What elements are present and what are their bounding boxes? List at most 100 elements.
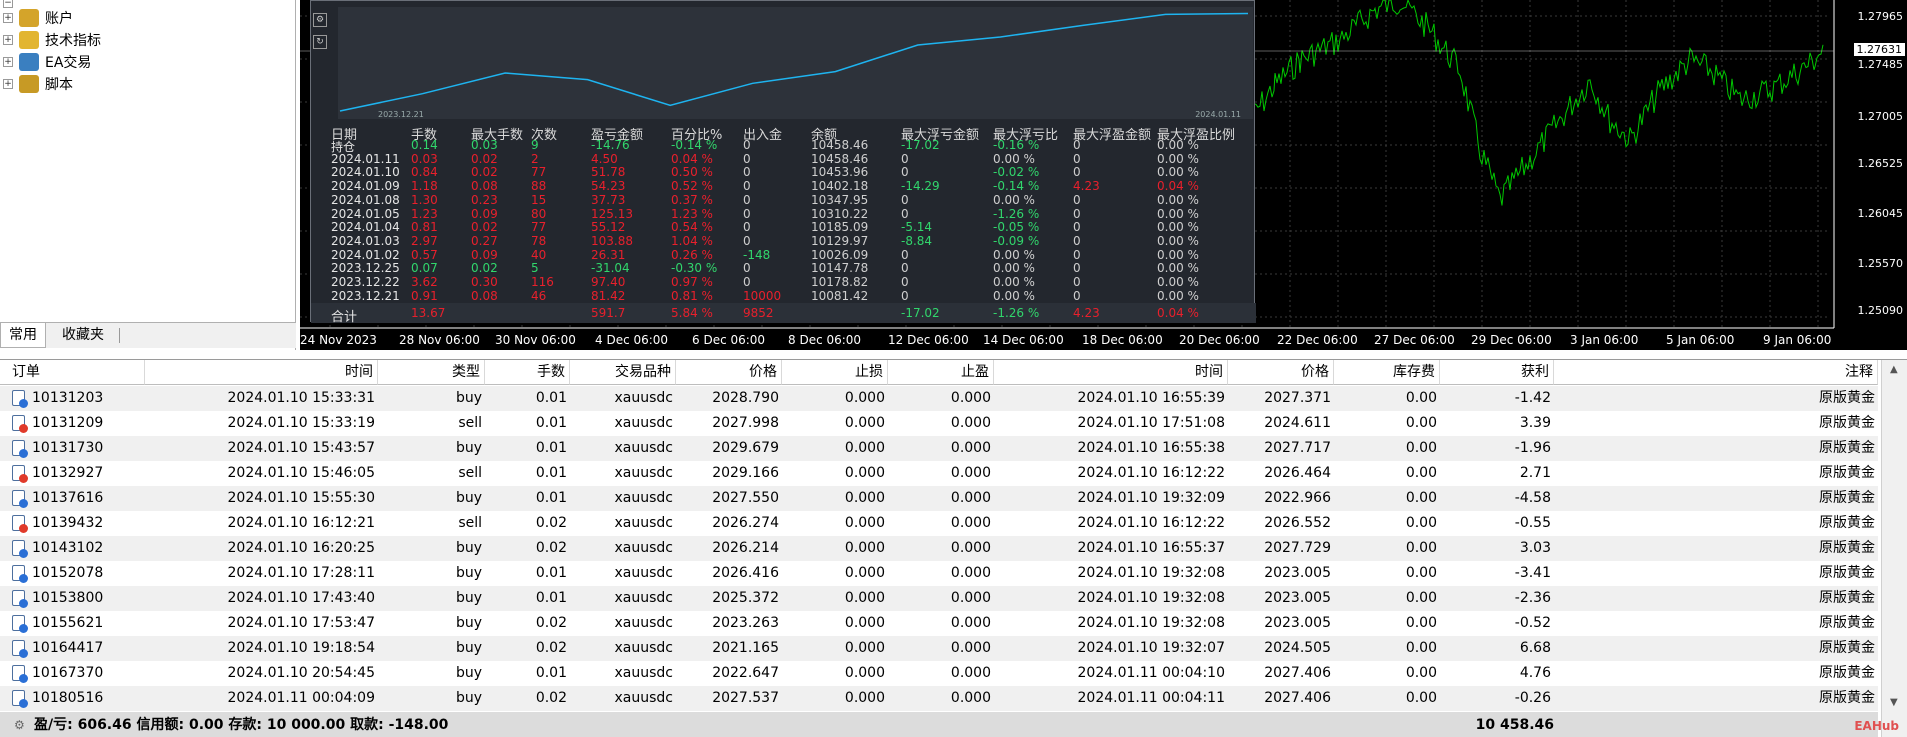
table-cell: 2024.01.10 15:43:57 [227, 440, 376, 456]
report-cell: 0.08 [471, 288, 498, 303]
report-cell: 0 [901, 165, 909, 180]
report-cell: 2024.01.03 [331, 233, 400, 248]
expand-icon[interactable]: + [3, 79, 13, 89]
table-cell: 10131209 [32, 415, 104, 431]
report-cell: 0.00 % [1157, 233, 1199, 248]
expand-icon[interactable]: + [3, 35, 13, 45]
expand-icon[interactable]: + [3, 57, 13, 67]
column-header[interactable]: 止损 [782, 360, 888, 385]
report-cell: 1.30 [411, 192, 438, 207]
report-cell: 0 [743, 275, 751, 289]
table-row[interactable]: 10131730 2024.01.10 15:43:57 buy 0.01 xauusd… [0, 436, 1878, 461]
report-cell: 0 [901, 206, 909, 221]
report-cell: 2023.12.21 [331, 288, 400, 303]
table-cell: xauusdc [614, 465, 674, 481]
table-cell: 2024.01.10 15:33:19 [227, 415, 376, 431]
table-cell: 2024.01.10 16:20:25 [227, 540, 376, 556]
table-row[interactable]: 10167370 2024.01.10 20:54:45 buy 0.01 xauusd… [0, 661, 1878, 686]
table-row[interactable]: 10153800 2024.01.10 17:43:40 buy 0.01 xauusd… [0, 586, 1878, 611]
table-row[interactable]: 10131209 2024.01.10 15:33:19 sell 0.01 xauus… [0, 411, 1878, 436]
table-row[interactable]: 10139432 2024.01.10 16:12:21 sell 0.02 xauus… [0, 511, 1878, 536]
table-row[interactable]: 10164417 2024.01.10 19:18:54 buy 0.02 xauusd… [0, 636, 1878, 661]
table-row[interactable]: 10131203 2024.01.10 15:33:31 buy 0.01 xauusd… [0, 386, 1878, 411]
table-cell: 2023.005 [1264, 565, 1331, 581]
table-row[interactable]: 10155621 2024.01.10 17:53:47 buy 0.02 xauusd… [0, 611, 1878, 636]
report-cell: 0.02 [471, 165, 498, 180]
column-header[interactable]: 类型 [378, 360, 485, 385]
report-cell: 77 [531, 165, 547, 180]
table-cell: 2024.01.10 20:54:45 [227, 665, 376, 681]
settings-icon[interactable]: ⚙ [313, 13, 327, 27]
table-row[interactable]: 10152078 2024.01.10 17:28:11 buy 0.01 xauusd… [0, 561, 1878, 586]
table-cell: sell [458, 515, 482, 531]
table-cell: 2024.01.10 15:33:31 [227, 390, 376, 406]
table-cell: 0.00 [1405, 590, 1437, 606]
table-cell: 2029.166 [712, 465, 779, 481]
column-header[interactable]: 价格 [1228, 360, 1334, 385]
report-cell: 2023.12.25 [331, 261, 400, 276]
report-cell: -8.84 [901, 233, 933, 248]
table-cell: -0.26 [1514, 690, 1551, 706]
column-header[interactable]: 价格 [676, 360, 782, 385]
column-header[interactable]: 获利 [1440, 360, 1554, 385]
table-cell: 0.00 [1405, 415, 1437, 431]
table-cell: 0.000 [950, 415, 991, 431]
navigator-item[interactable]: + 技术指标 [0, 29, 101, 51]
navigator-item[interactable]: + EA交易 [0, 51, 91, 73]
table-cell: 2.71 [1519, 465, 1551, 481]
balance-line [339, 12, 1249, 112]
report-cell: 10453.96 [811, 165, 869, 180]
refresh-icon[interactable]: ↻ [313, 35, 327, 49]
report-cell: 116 [531, 275, 554, 289]
column-header[interactable]: 注释 [1554, 360, 1878, 385]
table-cell: xauusdc [614, 515, 674, 531]
navigator-item[interactable]: + 账户 [0, 7, 73, 29]
summary-text: 盈/亏: 606.46 信用额: 0.00 存款: 10 000.00 取款: … [34, 717, 449, 733]
summary-total: 10 458.46 [1475, 717, 1554, 733]
table-cell: -0.52 [1514, 615, 1551, 631]
column-header[interactable]: 时间 [994, 360, 1228, 385]
tab-common[interactable]: 常用 [0, 323, 46, 348]
report-total-cell: -1.26 % [993, 306, 1040, 320]
report-cell: 0.00 % [993, 275, 1035, 289]
column-header[interactable]: 库存费 [1334, 360, 1440, 385]
time-tick-label: 29 Dec 06:00 [1471, 333, 1552, 347]
navigator-item[interactable]: + 脚本 [0, 73, 73, 95]
report-cell: -1.26 % [993, 206, 1040, 221]
report-cell: 0.54 % [671, 220, 713, 235]
table-cell: xauusdc [614, 665, 674, 681]
column-header[interactable]: 交易品种 [570, 360, 676, 385]
navigator-item-label: EA交易 [45, 55, 92, 71]
table-cell: 2024.01.10 19:32:09 [1077, 490, 1226, 506]
table-cell: 10152078 [32, 565, 104, 581]
scroll-down-icon[interactable]: ▼ [1890, 697, 1898, 708]
table-cell: 0.000 [844, 415, 885, 431]
time-tick-label: 22 Dec 06:00 [1277, 333, 1358, 347]
table-row[interactable]: 10143102 2024.01.10 16:20:25 buy 0.02 xauusd… [0, 536, 1878, 561]
report-cell: 0.00 % [1157, 247, 1199, 262]
table-cell: buy [455, 440, 482, 456]
report-cell: 0 [743, 179, 751, 194]
report-cell: 0 [901, 275, 909, 289]
column-header[interactable]: 时间 [145, 360, 378, 385]
price-tick-label: 1.26045 [1857, 207, 1904, 220]
column-header[interactable]: 手数 [485, 360, 570, 385]
table-cell: 2024.01.10 16:55:39 [1077, 390, 1226, 406]
scroll-up-icon[interactable]: ▲ [1890, 364, 1898, 375]
column-header[interactable]: 止盈 [888, 360, 994, 385]
table-cell: 原版黄金 [1819, 540, 1875, 556]
tab-favorites[interactable]: 收藏夹 [54, 323, 112, 348]
table-row[interactable]: 10132927 2024.01.10 15:46:05 sell 0.01 xauus… [0, 461, 1878, 486]
table-cell: 0.00 [1405, 640, 1437, 656]
table-cell: 2021.165 [712, 640, 779, 656]
table-row[interactable]: 10180516 2024.01.11 00:04:09 buy 0.02 xauusd… [0, 686, 1878, 711]
report-total-cell: 591.7 [591, 306, 626, 320]
report-cell: -0.14 % [671, 138, 718, 152]
table-cell: 0.000 [950, 690, 991, 706]
table-row[interactable]: 10137616 2024.01.10 15:55:30 buy 0.01 xauusd… [0, 486, 1878, 511]
expand-icon[interactable]: + [3, 13, 13, 23]
table-cell: 0.000 [950, 515, 991, 531]
vertical-scrollbar[interactable]: ▲ ▼ [1881, 360, 1907, 737]
column-header[interactable]: 订单 [0, 360, 145, 385]
report-cell: 0.04 % [671, 151, 713, 166]
